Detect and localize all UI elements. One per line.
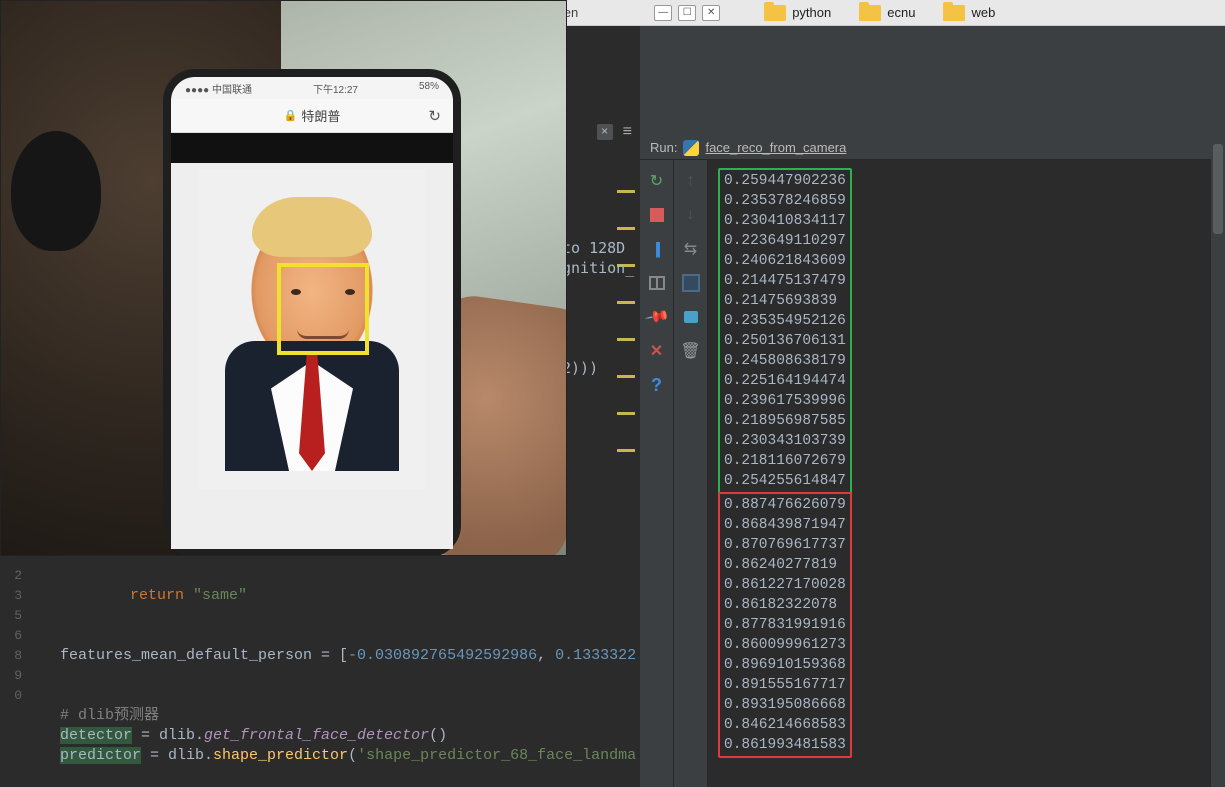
window-controls: — ☐ ✕ [654, 5, 720, 21]
maximize-button[interactable]: ☐ [678, 5, 696, 21]
lock-icon: 🔒 [284, 109, 298, 122]
pause-button[interactable]: || [647, 240, 667, 258]
line-number-gutter: 2 3 5 6 8 9 0 [0, 566, 30, 787]
python-icon [683, 140, 699, 156]
headphone [11, 131, 101, 251]
taskbar-folder-ecnu[interactable]: ecnu [859, 5, 915, 21]
phone-device: ●●●● 中国联通 下午12:27 58% 🔒 特朗普 ↻ [163, 69, 461, 556]
print-button[interactable] [681, 308, 701, 326]
taskbar-folder-web[interactable]: web [943, 5, 995, 21]
phone-browser-toolbar: 🔒 特朗普 ↻ [171, 99, 453, 133]
rerun-button[interactable]: ↻ [647, 172, 667, 190]
phone-black-bar [171, 133, 453, 163]
taskbar: chen — ☐ ✕ python ecnu web [540, 0, 1225, 26]
output-red-block: 0.8874766260790.8684398719470.8707696177… [718, 492, 852, 758]
layout-button[interactable] [647, 274, 667, 292]
run-header[interactable]: Run: face_reco_from_camera [640, 136, 1225, 160]
minimize-button[interactable]: — [654, 5, 672, 21]
folder-icon [764, 5, 786, 21]
phone-url-label: 特朗普 [301, 106, 340, 125]
up-button[interactable]: ↑ [681, 172, 701, 190]
clear-all-button[interactable]: 🗑 [681, 342, 701, 360]
run-console-output[interactable]: 0.2594479022360.2353782468590.2304108341… [708, 160, 1225, 787]
folder-icon [859, 5, 881, 21]
pin-button[interactable]: 📌 [643, 304, 670, 330]
run-toolbar-primary: ↻ || 📌 ✕ ? [640, 160, 674, 787]
run-tool-window: Run: face_reco_from_camera ↻ || 📌 ✕ ? ↑ … [640, 136, 1225, 787]
refresh-icon[interactable]: ↻ [428, 107, 441, 125]
phone-status-bar: ●●●● 中国联通 下午12:27 58% [171, 77, 453, 99]
phone-content [171, 163, 453, 549]
help-button[interactable]: ? [647, 376, 667, 394]
folder-label: python [792, 5, 831, 20]
code-snippet-peek: to 128D gnition_ 2))) [562, 238, 634, 378]
folder-icon [943, 5, 965, 21]
output-green-block: 0.2594479022360.2353782468590.2304108341… [718, 168, 852, 494]
run-config-name: face_reco_from_camera [705, 140, 846, 155]
face-photo [197, 169, 427, 489]
run-toolbar-secondary: ↑ ↓ ⇆ 🗑 [674, 160, 708, 787]
down-button[interactable]: ↓ [681, 206, 701, 224]
window-close-button[interactable]: ✕ [702, 5, 720, 21]
soft-wrap-button[interactable]: ⇆ [681, 240, 701, 258]
face-detection-box [277, 263, 369, 355]
scrollbar-thumb[interactable] [1213, 144, 1223, 234]
folder-label: web [971, 5, 995, 20]
taskbar-folder-python[interactable]: python [764, 5, 831, 21]
camera-preview-window: ●●●● 中国联通 下午12:27 58% 🔒 特朗普 ↻ [0, 0, 567, 556]
run-label: Run: [650, 140, 677, 155]
folder-label: ecnu [887, 5, 915, 20]
close-button[interactable]: ✕ [647, 342, 667, 360]
code-body[interactable]: return "same" features_mean_default_pers… [60, 586, 636, 766]
stop-button[interactable] [647, 206, 667, 224]
tab-close-button[interactable]: × [597, 124, 613, 140]
scrollbar[interactable] [1211, 136, 1225, 787]
scroll-to-end-button[interactable] [681, 274, 701, 292]
tab-menu-icon[interactable]: ≡ [623, 123, 632, 141]
